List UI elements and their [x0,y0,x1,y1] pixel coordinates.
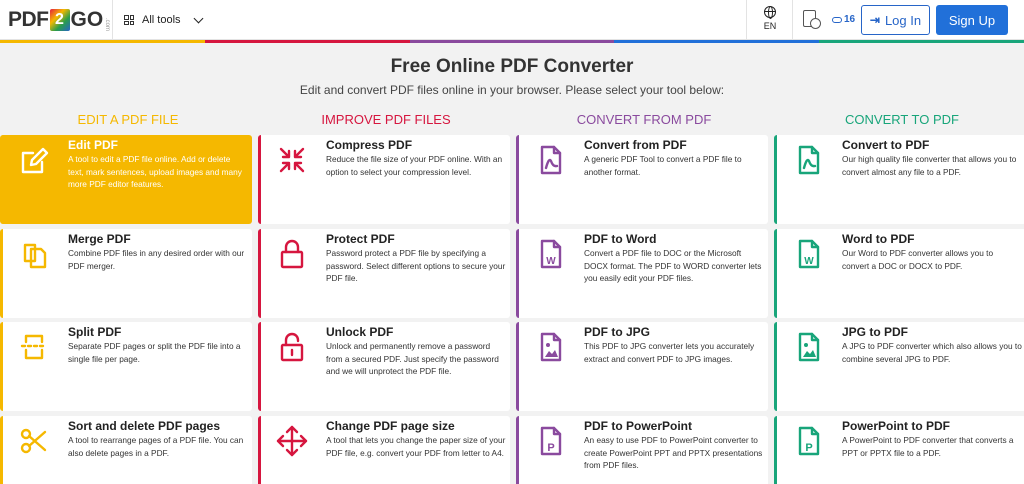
tool-description: A JPG to PDF converter which also allows… [842,341,1022,364]
column-heading: IMPROVE PDF FILES [321,112,451,127]
page-subtitle: Edit and convert PDF files online in you… [299,83,725,97]
globe-icon [764,6,776,19]
tool-title: PDF to PowerPoint [584,419,692,433]
login-button[interactable]: ⇥ Log In [861,5,930,35]
nav-divider [112,0,113,40]
tool-card-edit-pdf[interactable]: Edit PDF A tool to edit a PDF file online… [0,135,252,224]
tool-title: Compress PDF [326,138,413,152]
column-heading: CONVERT TO PDF [845,112,959,127]
tool-title: Edit PDF [68,138,118,152]
tool-description: A PowerPoint to PDF converter that conve… [842,435,1014,458]
tool-description: Our Word to PDF converter allows you to … [842,248,994,271]
top-navbar: PDF 2 GO .com All tools EN 16 ⇥ Log In Sign… [0,0,1024,40]
tool-card-sort-and-delete-pdf-pages[interactable]: Sort and delete PDF pages A tool to rearr… [0,416,252,484]
powerpoint-file-icon: P [540,426,562,456]
pdf-file-icon [798,145,820,175]
tool-description: An easy to use PDF to PowerPoint convert… [584,435,763,471]
merge-icon [23,243,47,269]
tool-title: Unlock PDF [326,325,394,339]
tool-title: Protect PDF [326,232,395,246]
scissors-icon [20,428,47,454]
tool-title: Sort and delete PDF pages [68,419,221,433]
language-label: EN [763,21,777,31]
column-heading: CONVERT FROM PDF [576,112,712,127]
lock-icon [280,239,304,269]
powerpoint-file-icon: P [798,426,820,456]
coin-icon [832,16,842,23]
tool-card-change-pdf-page-size[interactable]: Change PDF page size A tool that lets you… [258,416,510,484]
tool-card-split-pdf[interactable]: Split PDF Separate PDF pages or split the… [0,322,252,411]
all-tools-menu[interactable]: All tools [124,0,203,40]
tool-card-pdf-to-jpg[interactable]: PDF to JPG This PDF to JPG converter lets… [516,322,768,411]
unlock-icon [280,332,304,362]
split-icon [20,334,48,360]
word-file-icon: W [540,239,562,269]
tool-description: Reduce the file size of your PDF online.… [326,154,503,177]
image-file-icon [798,332,820,362]
column-heading: EDIT A PDF FILE [77,112,179,127]
tool-card-unlock-pdf[interactable]: Unlock PDF Unlock and permanently remove … [258,322,510,411]
tool-description: A tool to rearrange pages of a PDF file.… [68,435,244,458]
tool-card-convert-to-pdf[interactable]: Convert to PDF Our high quality file conv… [774,135,1024,224]
word-file-icon: W [798,239,820,269]
move-icon [276,425,308,457]
svg-text:W: W [546,256,556,267]
tool-title: JPG to PDF [842,325,909,339]
login-icon: ⇥ [869,13,880,27]
grid-icon [124,15,134,25]
nav-divider [746,0,747,40]
tool-description: This PDF to JPG converter lets you accur… [584,341,755,364]
tool-card-pdf-to-word[interactable]: W PDF to Word Convert a PDF file to DOC or… [516,229,768,318]
chevron-down-icon [193,13,203,24]
tool-title: Split PDF [68,325,122,339]
tool-description: Convert a PDF file to DOC or the Microso… [584,248,762,284]
tool-card-powerpoint-to-pdf[interactable]: P PowerPoint to PDF A PowerPoint to PDF co… [774,416,1024,484]
image-file-icon [540,332,562,362]
color-stripe [0,40,1024,43]
compress-icon [279,147,305,173]
language-selector[interactable]: EN [757,6,783,31]
tool-card-word-to-pdf[interactable]: W Word to PDF Our Word to PDF converter al… [774,229,1024,318]
tool-description: Password protect a PDF file by specifyin… [326,248,506,284]
credits-count: 16 [844,14,856,25]
tool-title: Word to PDF [842,232,915,246]
tool-title: PDF to Word [584,232,657,246]
tool-description: Our high quality file converter that all… [842,154,1017,177]
tool-title: Change PDF page size [326,419,455,433]
tool-description: A tool to edit a PDF file online. Add or… [68,154,242,190]
svg-text:W: W [804,256,814,267]
tool-card-convert-from-pdf[interactable]: Convert from PDF A generic PDF Tool to co… [516,135,768,224]
tool-description: Separate PDF pages or split the PDF file… [68,341,241,364]
nav-divider [792,0,793,40]
tool-card-protect-pdf[interactable]: Protect PDF Password protect a PDF file b… [258,229,510,318]
tool-title: PDF to JPG [584,325,651,339]
svg-text:P: P [547,442,554,454]
tool-title: Convert to PDF [842,138,930,152]
credits-badge[interactable]: 16 [832,14,855,25]
tool-description: Unlock and permanently remove a password… [326,341,499,377]
page-title: Free Online PDF Converter [390,56,634,77]
tool-card-jpg-to-pdf[interactable]: JPG to PDF A JPG to PDF converter which a… [774,322,1024,411]
tool-card-pdf-to-powerpoint[interactable]: P PDF to PowerPoint An easy to use PDF to … [516,416,768,484]
tool-card-merge-pdf[interactable]: Merge PDF Combine PDF files in any desire… [0,229,252,318]
pdf-file-icon [540,145,562,175]
tool-title: Convert from PDF [584,138,687,152]
tool-description: A generic PDF Tool to convert a PDF file… [584,154,742,177]
tool-card-compress-pdf[interactable]: Compress PDF Reduce the file size of your… [258,135,510,224]
svg-text:P: P [805,442,812,454]
tool-description: A tool that lets you change the paper si… [326,435,506,458]
signup-button[interactable]: Sign Up [936,5,1008,35]
tool-title: Merge PDF [68,232,131,246]
tool-title: PowerPoint to PDF [842,419,950,433]
all-tools-label: All tools [142,14,181,26]
history-icon[interactable] [802,10,821,30]
pdf2go-logo[interactable]: PDF 2 GO .com [8,6,110,34]
tool-description: Combine PDF files in any desired order w… [68,248,245,271]
edit-icon [21,147,49,174]
